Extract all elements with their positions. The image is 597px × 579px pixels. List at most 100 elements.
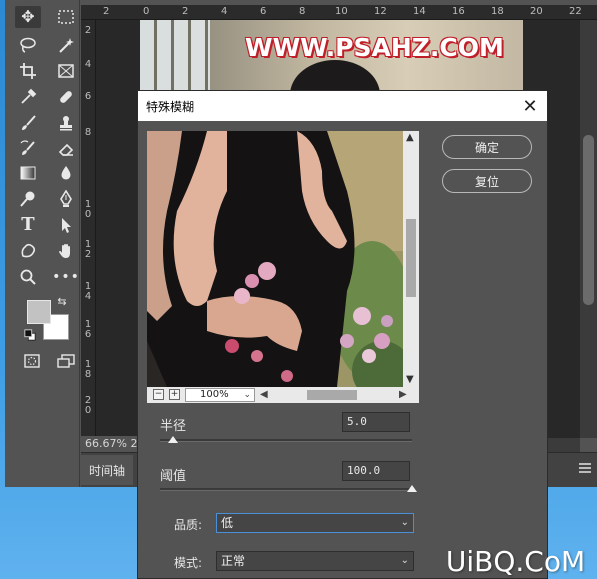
canvas-horizontal-scrollbar[interactable] xyxy=(548,438,580,452)
ok-button[interactable]: 确定 xyxy=(442,135,532,159)
zoom-status: 66.67% 2 xyxy=(81,436,141,452)
canvas-vertical-scrollbar[interactable] xyxy=(580,20,597,438)
ruler-tick-label: 6 xyxy=(84,91,92,102)
ruler-tick-label: 4 xyxy=(84,59,92,70)
crop-tool-icon[interactable] xyxy=(15,60,41,82)
scroll-right-icon[interactable]: ▶ xyxy=(399,389,407,401)
ruler-tick-label: 8 xyxy=(84,127,92,138)
threshold-slider-handle[interactable] xyxy=(407,485,417,492)
quick-mask-icon[interactable] xyxy=(19,350,45,372)
ruler-tick-label: 10 xyxy=(335,6,348,17)
ruler-tick-label: 2 0 xyxy=(84,395,92,416)
photo-window-background xyxy=(140,20,210,92)
scroll-up-icon[interactable]: ▲ xyxy=(406,133,414,143)
radius-input[interactable]: 5.0 xyxy=(342,412,410,432)
zoom-level-text: 66.67% xyxy=(85,437,127,450)
timeline-tab[interactable]: 时间轴 xyxy=(81,455,133,485)
ruler-tick-label: 8 xyxy=(299,6,306,17)
ruler-tick-label: 1 4 xyxy=(84,281,92,302)
mode-label: 模式: xyxy=(174,556,203,570)
healing-brush-tool-icon[interactable] xyxy=(53,86,79,108)
pen-tool-icon[interactable] xyxy=(53,188,79,210)
dialog-title: 特殊模糊 xyxy=(146,99,195,114)
preview-scroll-thumb[interactable] xyxy=(406,219,416,297)
radius-slider-track[interactable] xyxy=(160,439,412,442)
magic-wand-tool-icon[interactable] xyxy=(53,34,79,56)
more-tools-icon[interactable]: ••• xyxy=(52,266,79,288)
site-watermark: WWW.PSAHZ.COM xyxy=(245,33,504,62)
zoom-tool-icon[interactable] xyxy=(15,266,41,288)
marquee-tool-icon[interactable] xyxy=(53,6,79,28)
ruler-tick-label: 16 xyxy=(452,6,465,17)
ruler-tick-label: 22 xyxy=(569,6,582,17)
special-blur-dialog: 特殊模糊 ✕ ▲ ▼ − + 100% ⌄ ◀ ▶ 确定 复位 半径 5.0 阈… xyxy=(137,90,548,579)
ruler-tick-label: 1 8 xyxy=(84,359,92,380)
ruler-tick-label: 2 xyxy=(84,25,92,36)
screen-mode-icon[interactable] xyxy=(53,350,79,372)
preview-zoom-select[interactable]: 100% ⌄ xyxy=(185,388,255,402)
move-tool-icon[interactable]: ✥ xyxy=(15,6,41,28)
eraser-tool-icon[interactable] xyxy=(53,138,79,160)
scrollbar-thumb[interactable] xyxy=(583,135,594,305)
close-icon[interactable]: ✕ xyxy=(519,95,541,117)
brush-tool-icon[interactable] xyxy=(15,112,41,134)
chevron-down-icon: ⌄ xyxy=(400,517,409,528)
history-brush-tool-icon[interactable] xyxy=(15,138,41,160)
swap-colors-icon[interactable]: ⇆ xyxy=(55,294,69,308)
hand-tool-icon[interactable] xyxy=(53,240,79,262)
photo-subject xyxy=(290,60,380,92)
zoom-out-icon[interactable]: − xyxy=(153,389,164,400)
threshold-slider-track[interactable] xyxy=(160,488,412,491)
reset-button[interactable]: 复位 xyxy=(442,169,532,193)
dodge-tool-icon[interactable] xyxy=(15,188,41,210)
threshold-label: 阈值 xyxy=(160,469,187,484)
chevron-down-icon: ⌄ xyxy=(400,555,409,566)
preview-zoom-value: 100% xyxy=(200,389,229,400)
foreground-color-swatch[interactable] xyxy=(27,300,51,324)
zoom-in-icon[interactable]: + xyxy=(169,389,180,400)
type-tool-icon[interactable]: T xyxy=(15,214,41,236)
lasso-tool-icon[interactable] xyxy=(15,34,41,56)
ruler-tick-label: 2 xyxy=(182,6,189,17)
ruler-tick-label: 18 xyxy=(491,6,504,17)
stamp-tool-icon[interactable] xyxy=(53,112,79,134)
quality-select[interactable]: 低 ⌄ xyxy=(216,513,414,533)
ruler-tick-label: 20 xyxy=(530,6,543,17)
scroll-down-icon[interactable]: ▼ xyxy=(406,375,414,385)
ruler-tick-label: 1 6 xyxy=(84,319,92,340)
mode-select[interactable]: 正常 ⌄ xyxy=(216,551,414,571)
blur-tool-icon[interactable] xyxy=(53,162,79,184)
tools-panel: ✥ T ••• ⇆ xyxy=(5,0,80,487)
path-selection-tool-icon[interactable] xyxy=(53,214,79,236)
quality-value: 低 xyxy=(221,516,234,530)
preview-vertical-scrollbar[interactable]: ▲ ▼ xyxy=(403,131,419,387)
preview-horizontal-thumb[interactable] xyxy=(307,390,357,400)
ruler-tick-label: 1 0 xyxy=(84,199,92,220)
ruler-tick-label: 1 2 xyxy=(84,239,92,260)
chevron-down-icon: ⌄ xyxy=(243,390,251,400)
threshold-input[interactable]: 100.0 xyxy=(342,461,410,481)
site-logo-watermark: UiBQ.CoM xyxy=(445,544,586,578)
ruler-tick-label: 12 xyxy=(374,6,387,17)
default-colors-icon[interactable] xyxy=(23,328,37,342)
gradient-tool-icon[interactable] xyxy=(15,162,41,184)
horizontal-ruler: 2 0 2 4 6 8 10 12 14 16 18 20 22 xyxy=(81,5,597,20)
ruler-tick-label: 14 xyxy=(413,6,426,17)
radius-slider-handle[interactable] xyxy=(167,436,178,443)
scroll-left-icon[interactable]: ◀ xyxy=(260,389,268,401)
eyedropper-tool-icon[interactable] xyxy=(15,86,41,108)
dialog-titlebar[interactable]: 特殊模糊 ✕ xyxy=(138,91,547,121)
ruler-tick-label: 6 xyxy=(260,6,267,17)
quality-label: 品质: xyxy=(174,518,203,532)
panel-menu-icon[interactable] xyxy=(579,463,591,473)
vertical-ruler: 2 4 6 8 1 0 1 2 1 4 1 6 1 8 2 0 xyxy=(81,20,96,450)
preview-image xyxy=(147,131,403,387)
preview-zoom-bar: − + 100% ⌄ ◀ ▶ xyxy=(147,387,419,403)
radius-label: 半径 xyxy=(160,419,187,434)
custom-shape-tool-icon[interactable] xyxy=(15,240,41,262)
ruler-tick-label: 0 xyxy=(143,6,150,17)
frame-tool-icon[interactable] xyxy=(53,60,79,82)
ruler-tick-label: 2 xyxy=(103,6,110,17)
mode-value: 正常 xyxy=(221,554,246,568)
filter-preview[interactable] xyxy=(147,131,403,387)
